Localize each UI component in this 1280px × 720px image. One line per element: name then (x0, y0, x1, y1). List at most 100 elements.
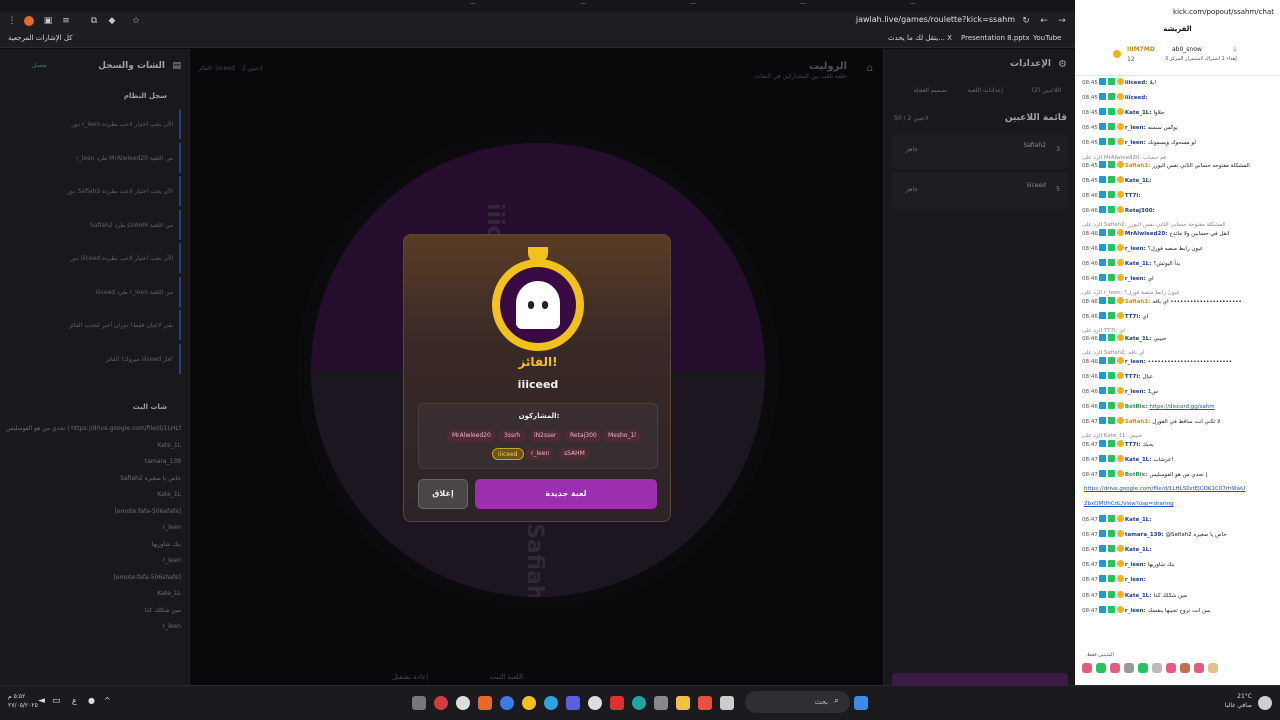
emote-icon[interactable] (1180, 663, 1190, 673)
calculator-icon[interactable] (654, 696, 668, 710)
emote-icon[interactable] (1124, 663, 1134, 673)
message-username[interactable]: MrAlwleed20: (1125, 231, 1168, 237)
message-username[interactable]: Kate_1L: (1125, 178, 1152, 184)
message-username[interactable]: TT7l: (1125, 314, 1141, 320)
bookmark-presentation[interactable]: Presentation 8.pptx (961, 34, 1030, 42)
extensions-icon[interactable]: ≡ (60, 15, 72, 27)
tab-wheel-design[interactable]: تصميم العجلة (913, 87, 947, 94)
network-icon[interactable]: ▭ (52, 696, 66, 710)
message-username[interactable]: TT7l: (1125, 374, 1141, 380)
badge-icon (1098, 93, 1106, 101)
mic-icon[interactable]: ● (88, 696, 102, 710)
message-link[interactable]: https://discord.gg/sahm (1149, 404, 1214, 410)
pinned-filter[interactable]: المثبتين فقط (1087, 652, 1114, 658)
app-icon[interactable] (698, 696, 712, 710)
browser-tab[interactable]: — (580, 0, 680, 10)
emote-icon[interactable] (1082, 663, 1092, 673)
badge-icon (1098, 515, 1106, 522)
message-link[interactable]: https://drive.google.com/file/d/1LHLS0st… (1084, 486, 1245, 492)
message-username[interactable]: r_leen: (1125, 608, 1146, 614)
youtube-icon[interactable] (610, 696, 624, 710)
panel-footer-button[interactable] (892, 673, 1068, 685)
message-username[interactable]: r_leen: (1125, 125, 1146, 131)
emote-icon[interactable] (1208, 663, 1218, 673)
message-username[interactable]: iiiceed: (1125, 80, 1148, 86)
message-username[interactable]: Safiah2: (1125, 419, 1150, 425)
app-icon[interactable] (456, 696, 470, 710)
message-username[interactable]: r_leen: (1125, 276, 1146, 282)
profile-icon[interactable] (24, 16, 34, 26)
browser-tab[interactable]: — (690, 0, 790, 10)
lang-indicator[interactable]: ع (72, 696, 86, 710)
search-icon[interactable]: ⌕ (834, 696, 848, 710)
leaderboard-second-user: ab0_snow (1172, 46, 1202, 53)
chrome-icon[interactable] (522, 696, 536, 710)
app-icon[interactable] (412, 696, 426, 710)
app-icon[interactable] (434, 696, 448, 710)
message-username[interactable]: r_leen: (1125, 359, 1146, 365)
message-link[interactable]: 2bxOMUhCdL/view?usp=sharing (1084, 501, 1174, 507)
telegram-icon[interactable] (544, 696, 558, 710)
message-username[interactable]: iiiceed: (1125, 95, 1148, 101)
tab-players[interactable]: اللاعبين (2) (1032, 87, 1061, 94)
emote-icon[interactable] (1096, 663, 1106, 673)
browser-tab[interactable]: — (800, 0, 900, 10)
message-username[interactable]: Kate_1L: (1125, 336, 1152, 342)
message-username[interactable]: r_leen: (1125, 140, 1146, 146)
message-username[interactable]: r_leen: (1125, 562, 1146, 568)
tab-game-settings[interactable]: إعدادات اللعبة (968, 87, 1003, 94)
address-bar[interactable]: jawlah.live/games/roulette?kick=ssahm (856, 15, 1015, 24)
message-username[interactable]: r_leen: (1125, 577, 1146, 583)
close-button[interactable]: إغلاق (418, 479, 468, 509)
emote-icon[interactable] (1138, 663, 1148, 673)
tray-chevron-icon[interactable]: ^ (104, 696, 118, 710)
message-username[interactable]: Kate_1L: (1125, 517, 1152, 523)
emote-icon[interactable] (1194, 663, 1204, 673)
tray-clock[interactable]: ٥:٥٢ م ٢٧/٠٥/٢٠٢٥ (8, 692, 38, 710)
message-username[interactable]: BotRix: (1125, 472, 1147, 478)
screenshot-icon[interactable]: ⧉ (88, 15, 100, 27)
bookmark-x[interactable]: يتقل لك ما يحدث... X (888, 34, 952, 42)
message-username[interactable]: Retaj300: (1125, 208, 1155, 214)
message-username[interactable]: TT7l: (1125, 193, 1141, 199)
speaker-icon[interactable]: ◄ (38, 696, 52, 710)
message-username[interactable]: BotRix: (1125, 404, 1147, 410)
message-username[interactable]: Safiah2: (1125, 299, 1150, 305)
player-row[interactable]: Safiah2 3 جاهز (892, 133, 1068, 169)
bookmark-all[interactable]: كل الإشارات المرجعية (8, 34, 73, 42)
folder-icon[interactable] (676, 696, 690, 710)
bookmark-manager-icon[interactable]: ◆ (106, 15, 118, 27)
message-username[interactable]: r_leen: (1125, 246, 1146, 252)
message-username[interactable]: Kate_1L: (1125, 261, 1152, 267)
start-icon[interactable] (854, 696, 868, 710)
app-icon[interactable] (566, 696, 580, 710)
message-username[interactable]: TT7l: (1125, 442, 1141, 448)
app-icon[interactable] (720, 696, 734, 710)
message-username[interactable]: Kate_1L: (1125, 593, 1152, 599)
message-username[interactable]: Safiah2: (1125, 163, 1150, 169)
weather-widget[interactable]: 21°C صافي غالبا (1225, 692, 1252, 710)
emote-icon[interactable] (1110, 663, 1120, 673)
message-username[interactable]: Kate_1L: (1125, 547, 1152, 553)
reload-icon[interactable]: ↻ (1020, 15, 1032, 27)
app-icon[interactable] (588, 696, 602, 710)
message-username[interactable]: Kate_1L: (1125, 457, 1152, 463)
edge-icon[interactable] (632, 696, 646, 710)
star-icon[interactable]: ☆ (130, 15, 142, 27)
new-game-button[interactable]: لعبة جديدة (475, 479, 657, 509)
menu-dots-icon[interactable]: ⋮ (6, 15, 18, 27)
message-username[interactable]: Kate_1L: (1125, 110, 1152, 116)
forward-icon[interactable]: ← (1038, 15, 1050, 27)
message-username[interactable]: tamara_139: (1125, 532, 1164, 538)
back-icon[interactable]: → (1056, 15, 1068, 27)
app-icon[interactable] (478, 696, 492, 710)
emote-icon[interactable] (1166, 663, 1176, 673)
message-username[interactable]: r_leen: (1125, 389, 1146, 395)
player-row[interactable]: iiiceed 5 جاهز (892, 173, 1068, 209)
browser-tab[interactable]: — (910, 0, 1010, 10)
app-icon[interactable] (500, 696, 514, 710)
sidebar-icon[interactable]: ▣ (42, 15, 54, 27)
bookmark-youtube[interactable]: YouTube (1033, 34, 1061, 42)
emote-icon[interactable] (1152, 663, 1162, 673)
browser-tab[interactable]: — (470, 0, 570, 10)
